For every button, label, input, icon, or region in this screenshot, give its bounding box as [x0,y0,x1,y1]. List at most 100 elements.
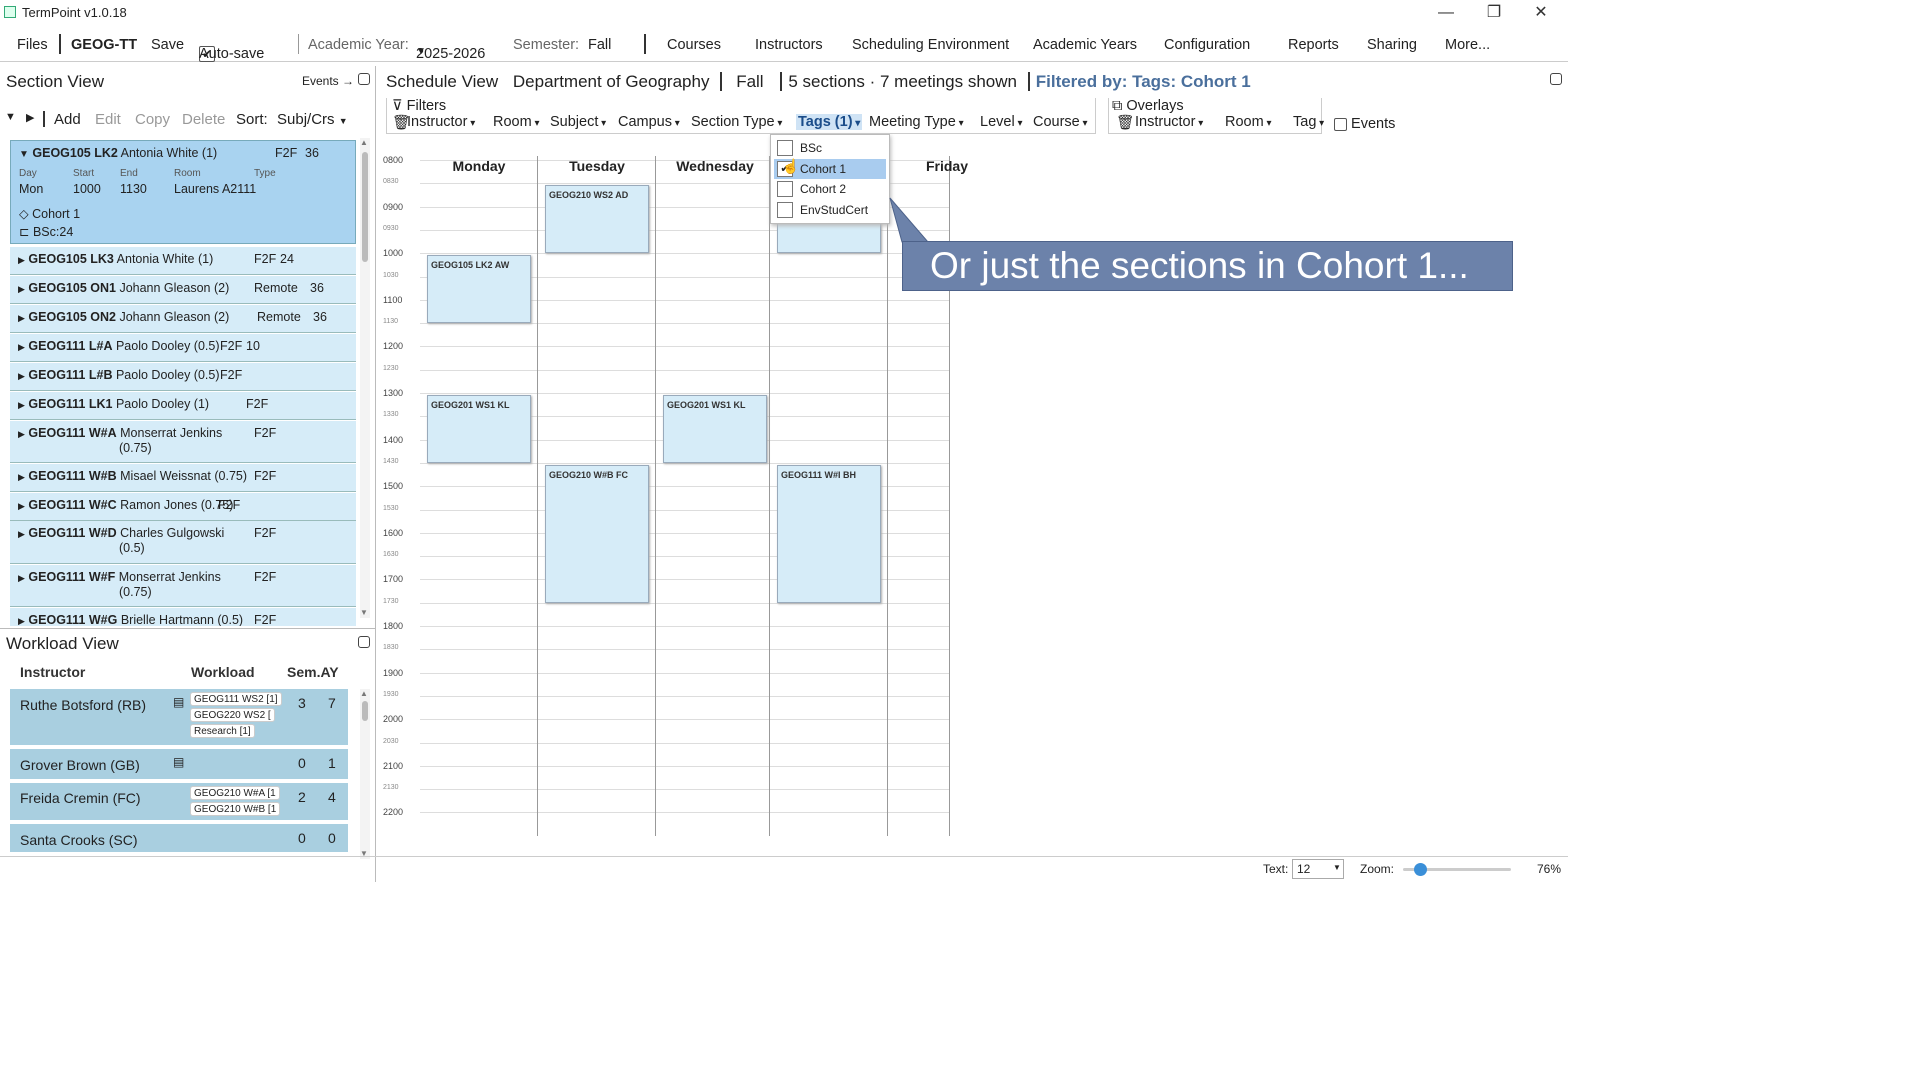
checkbox-icon[interactable] [777,181,793,197]
filter-level[interactable]: Level ▾ [980,114,1022,130]
section-scrollbar[interactable]: ▲ ▼ [360,138,370,618]
filter-meeting-type[interactable]: Meeting Type ▾ [869,114,964,130]
minimize-button[interactable]: — [1426,2,1466,24]
edit-button[interactable]: Edit [95,111,121,128]
close-button[interactable]: ✕ [1521,2,1561,24]
overlay-tag[interactable]: Tag ▾ [1293,114,1324,130]
menu-reports[interactable]: Reports [1288,37,1339,53]
filter-room[interactable]: Room ▾ [493,114,540,130]
meeting-block[interactable]: GEOG105 LK2 AW [427,255,531,324]
filter-label: Room [493,114,532,130]
menu-instructors[interactable]: Instructors [755,37,823,53]
section-row[interactable]: ▶ GEOG111 L#B Paolo Dooley (0.5) F2F [10,363,356,391]
filters-label: ⊽ Filters [392,98,446,114]
trash-icon[interactable]: 🗑︎ [1116,114,1134,131]
comment-icon[interactable]: ▤ [173,695,184,709]
sort-select[interactable]: Subj/Crs ▼ [277,111,348,128]
tag-label: Cohort 1 [32,207,81,221]
text-size-select[interactable]: 12 ▼ [1292,859,1344,879]
maximize-button[interactable]: ❐ [1474,2,1514,24]
filter-campus[interactable]: Campus ▾ [618,114,680,130]
overlay-instructor[interactable]: Instructor ▾ [1135,114,1203,130]
menu-academic-years[interactable]: Academic Years [1033,37,1137,53]
section-mode: Remote [254,281,298,295]
filter-instructor[interactable]: Instructor ▾ [407,114,475,130]
workload-row[interactable]: Ruthe Botsford (RB) ▤ GEOG111 WS2 [1] GEOG2… [10,689,348,747]
scroll-down-icon[interactable]: ▼ [360,608,368,617]
copy-button[interactable]: Copy [135,111,170,128]
section-row[interactable]: ▶ GEOG111 W#G Brielle Hartmann (0.5) F2F [10,608,356,626]
collapsed-caret-icon: ▶ [18,501,25,511]
grid-line [420,626,950,627]
meeting-block[interactable]: GEOG210 WS2 AD [545,185,649,254]
department: Department of Geography [512,72,710,91]
menu-sharing[interactable]: Sharing [1367,37,1417,53]
workload-pill[interactable]: GEOG210 W#B [1 [190,802,281,816]
section-row[interactable]: ▶ GEOG111 W#B Misael Weissnat (0.75) F2F [10,464,356,492]
collapse-all-icon[interactable]: ▼ [5,111,16,123]
meeting-block[interactable]: GEOG201 WS1 KL [427,395,531,463]
menu-scheduling-environment[interactable]: Scheduling Environment [852,37,1009,53]
section-row[interactable]: ▶ GEOG105 ON1 Johann Gleason (2) Remote 36 [10,276,356,304]
workload-row[interactable]: Santa Crooks (SC) 0 0 [10,824,348,854]
workload-row[interactable]: Grover Brown (GB) ▤ 0 1 [10,749,348,781]
popout-icon[interactable] [358,636,370,648]
popout-icon[interactable] [1550,73,1562,85]
menu-courses[interactable]: Courses [667,37,721,53]
overlay-room[interactable]: Room ▾ [1225,114,1272,130]
section-row[interactable]: ▶ GEOG105 LK3 Antonia White (1) F2F 24 [10,247,356,275]
time-label: 1930 [383,690,399,698]
section-row-expanded[interactable]: ▼ GEOG105 LK2 Antonia White (1) F2F 36 D… [10,140,356,244]
checkbox-icon[interactable] [777,201,793,218]
filter-tags[interactable]: Tags (1) ▾ [796,114,863,130]
section-row[interactable]: ▶ GEOG105 ON2 Johann Gleason (2) Remote 36 [10,305,356,333]
workload-pill[interactable]: GEOG220 WS2 [ [190,708,275,722]
comment-icon[interactable]: ▤ [173,755,184,769]
files-menu[interactable]: Files [17,37,48,53]
time-label: 0830 [383,178,399,186]
menu-configuration[interactable]: Configuration [1164,37,1250,53]
workload-pill[interactable]: GEOG210 W#A [1 [190,786,280,800]
workload-row[interactable]: Freida Cremin (FC) GEOG210 W#A [1 GEOG210 … [10,783,348,822]
zoom-label: Zoom: [1360,862,1395,876]
section-code: GEOG111 L#A [28,339,113,353]
meeting-block[interactable]: GEOG201 WS1 KL [663,395,767,463]
sort-value: Subj/Crs [277,111,335,128]
zoom-slider[interactable] [1403,863,1511,876]
filter-subject[interactable]: Subject ▾ [550,114,606,130]
events-link[interactable]: Events → [302,74,354,88]
scroll-thumb[interactable] [362,701,368,721]
delete-button[interactable]: Delete [182,111,225,128]
section-row[interactable]: ▶ GEOG111 W#C Ramon Jones (0.75) F2F [10,493,356,521]
section-row[interactable]: ▶ GEOG111 W#F Monserrat Jenkins (0.75) F2F [10,565,356,607]
workload-pill[interactable]: Research [1] [190,724,255,738]
save-button[interactable]: Save [151,37,184,53]
section-row[interactable]: ▶ GEOG111 LK1 Paolo Dooley (1) F2F [10,392,356,420]
filter-course[interactable]: Course ▾ [1033,114,1088,130]
meeting-block[interactable]: GEOG210 W#B FC [545,464,649,603]
add-button[interactable]: Add [54,111,81,128]
tag-option[interactable]: EnvStudCert [771,200,891,220]
zoom-knob[interactable] [1413,863,1427,876]
semester-value[interactable]: Fall [588,37,611,53]
filter-section-type[interactable]: Section Type ▾ [691,114,782,130]
section-row[interactable]: ▶ GEOG111 W#A Monserrat Jenkins (0.75) F2F [10,421,356,463]
checkbox-icon[interactable] [777,140,793,156]
events-toggle[interactable]: Events [1334,116,1395,132]
tag-option[interactable]: Cohort 2 [771,179,891,199]
document-name: GEOG-TT [71,37,138,53]
section-header: ▼ GEOG105 LK2 Antonia White (1) [19,146,217,160]
section-instructor-cont: (0.75) [119,441,152,455]
section-row[interactable]: ▶ GEOG111 W#D Charles Gulgowski (0.5) F2F [10,521,356,564]
menu-more[interactable]: More... [1445,37,1490,53]
workload-pill[interactable]: GEOG111 WS2 [1] [190,692,282,706]
tag-option[interactable]: BSc [771,138,891,158]
section-row[interactable]: ▶ GEOG111 L#A Paolo Dooley (0.5) F2F 10 [10,334,356,362]
workload-scrollbar[interactable]: ▲ ▼ [360,689,370,859]
meeting-block[interactable]: GEOG111 W#I BH [777,464,881,603]
scroll-up-icon[interactable]: ▲ [360,689,368,698]
popout-icon[interactable] [358,73,370,85]
scroll-up-icon[interactable]: ▲ [360,138,368,147]
scroll-thumb[interactable] [362,152,368,262]
expand-all-icon[interactable]: ▶ [26,111,34,124]
